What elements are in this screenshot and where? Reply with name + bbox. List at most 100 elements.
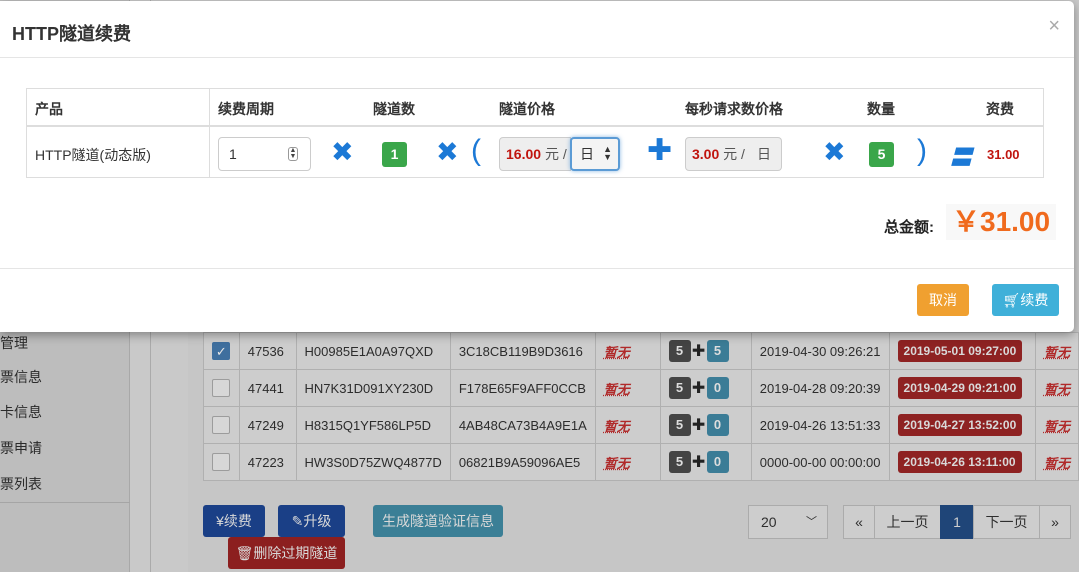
- table-row[interactable]: ✓ 47536 H00985E1A0A97QXD 3C18CB119B9D3616 暂无…: [203, 332, 1079, 370]
- header-rps-price: 每秒请求数价格: [685, 101, 783, 117]
- product-name: HTTP隧道(动态版): [35, 147, 151, 163]
- period-unit-value: 日: [580, 146, 594, 162]
- tunnel-price-addon: 16.00 元 /: [499, 137, 571, 171]
- period-value: 1: [229, 146, 237, 162]
- period-unit-select[interactable]: 日 ▲ ▼: [570, 137, 620, 171]
- trash-icon: 🗑: [235, 545, 254, 561]
- renew-table-header: 产品 续费周期 隧道数 隧道价格 每秒请求数价格 数量 资费: [27, 89, 1043, 127]
- close-icon[interactable]: ×: [1048, 15, 1060, 38]
- spinner-icon[interactable]: ▲ ▼: [288, 147, 298, 161]
- row-secret: 4AB48CA73B4A9E1A: [449, 406, 596, 444]
- header-fee: 资费: [986, 101, 1014, 117]
- pager-last[interactable]: »: [1039, 505, 1071, 539]
- row-secret: 3C18CB119B9D3616: [449, 332, 596, 370]
- tunnel-price-unit: 元 /: [544, 146, 567, 162]
- cart-icon: 🛒︎: [1002, 292, 1021, 308]
- pager-first[interactable]: «: [843, 505, 875, 539]
- row-checkbox[interactable]: ✓: [212, 342, 231, 360]
- row-checkbox[interactable]: [212, 416, 231, 434]
- plus-icon: ✚: [691, 454, 706, 471]
- row-expires: 2019-04-27 13:52:00: [897, 414, 1023, 436]
- renew-modal: HTTP隧道续费 × 产品 续费周期 隧道数 隧道价格 每秒请求数价格 数量 资…: [0, 1, 1074, 332]
- row-tunnel-code: HW3S0D75ZWQ4877D: [295, 443, 451, 481]
- row-id: 47441: [238, 369, 297, 407]
- modal-title: HTTP隧道续费: [12, 24, 131, 44]
- row-id: 47536: [238, 332, 297, 370]
- header-tunnel-price: 隧道价格: [499, 101, 555, 117]
- close-paren: ): [917, 134, 927, 167]
- page-size-select[interactable]: 20 ﹀: [748, 505, 828, 539]
- plus-icon: ✚: [691, 380, 706, 397]
- row-na[interactable]: 暂无: [1044, 419, 1070, 434]
- row-na[interactable]: 暂无: [1044, 345, 1070, 360]
- row-expires: 2019-05-01 09:27:00: [897, 340, 1023, 362]
- plus-icon: ✚: [691, 343, 706, 360]
- row-checkbox[interactable]: [212, 379, 231, 397]
- pager-current[interactable]: 1: [940, 505, 974, 539]
- sidebar-item[interactable]: 票信息: [0, 367, 42, 387]
- row-created: 2019-04-28 09:20:39: [750, 369, 890, 407]
- bulk-renew-button[interactable]: ¥续费: [203, 505, 265, 537]
- cancel-button[interactable]: 取消: [917, 284, 969, 316]
- pencil-icon: ✎: [291, 513, 304, 529]
- row-secret: 06821B9A59096AE5: [449, 443, 596, 481]
- header-product: 产品: [35, 101, 63, 117]
- row-created: 2019-04-30 09:26:21: [750, 332, 890, 370]
- renew-button[interactable]: 🛒︎续费: [992, 284, 1059, 316]
- delete-expired-label: 删除过期隧道: [253, 545, 338, 561]
- generate-verify-button[interactable]: 生成隧道验证信息: [373, 505, 503, 537]
- row-extra-count: 5: [706, 340, 729, 362]
- rps-price-unit: 元 /: [723, 146, 745, 162]
- row-secret: F178E65F9AFF0CCB: [449, 369, 596, 407]
- pager-prev[interactable]: 上一页: [874, 505, 941, 539]
- total-amount: ￥31.00: [946, 204, 1057, 240]
- table-row[interactable]: 47223 HW3S0D75ZWQ4877D 06821B9A59096AE5 暂无 5…: [203, 443, 1079, 481]
- row-count: 5: [668, 340, 691, 362]
- select-arrows-icon: ▲ ▼: [603, 144, 612, 162]
- times-icon: ✖: [331, 137, 354, 167]
- rps-unit-box: 日: [747, 137, 782, 171]
- header-quantity: 数量: [867, 101, 895, 117]
- total-label: 总金额:: [884, 219, 934, 236]
- row-na[interactable]: 暂无: [1044, 382, 1070, 397]
- renew-row: HTTP隧道(动态版) 1 ▲ ▼ ✖ 1 ✖ ( 16.00 元 / 日 ▲ ▼ …: [27, 129, 1043, 177]
- row-na[interactable]: 暂无: [1044, 456, 1070, 471]
- renew-button-label: 续费: [1020, 292, 1049, 308]
- fee-value: 31.00: [987, 147, 1020, 162]
- page-size-value: 20: [761, 514, 777, 530]
- table-row[interactable]: 47441 HN7K31D091XY230D F178E65F9AFF0CCB 暂无 5…: [203, 369, 1079, 407]
- rps-price-addon: 3.00 元 /: [685, 137, 748, 171]
- modal-body: 产品 续费周期 隧道数 隧道价格 每秒请求数价格 数量 资费 HTTP隧道(动态…: [0, 58, 1074, 269]
- row-na[interactable]: 暂无: [604, 456, 630, 471]
- modal-footer: 取消 🛒︎续费: [0, 269, 1074, 331]
- sidebar-item[interactable]: 票列表: [0, 474, 42, 494]
- chevron-down-icon: ﹀: [806, 516, 817, 528]
- row-tunnel-code: H00985E1A0A97QXD: [295, 332, 451, 370]
- row-expires: 2019-04-29 09:21:00: [897, 377, 1023, 399]
- sidebar-divider: [0, 502, 130, 503]
- sidebar-item[interactable]: 卡信息: [0, 402, 42, 422]
- renew-table: 产品 续费周期 隧道数 隧道价格 每秒请求数价格 数量 资费 HTTP隧道(动态…: [26, 88, 1044, 178]
- sidebar-item[interactable]: 管理: [0, 333, 28, 353]
- row-created: 2019-04-26 13:51:33: [750, 406, 890, 444]
- table-row[interactable]: 47249 H8315Q1YF586LP5D 4AB48CA73B4A9E1A 暂无 5…: [203, 406, 1079, 444]
- row-expires: 2019-04-26 13:11:00: [897, 451, 1022, 473]
- upgrade-label: 升级: [303, 513, 332, 529]
- row-id: 47249: [238, 406, 297, 444]
- row-na[interactable]: 暂无: [604, 419, 630, 434]
- modal-header: HTTP隧道续费 ×: [0, 1, 1074, 58]
- row-na[interactable]: 暂无: [604, 345, 630, 360]
- rps-price-value: 3.00: [692, 146, 720, 162]
- row-checkbox[interactable]: [212, 453, 231, 471]
- delete-expired-button[interactable]: 🗑删除过期隧道: [228, 537, 345, 569]
- row-count: 5: [668, 451, 691, 473]
- row-created: 0000-00-00 00:00:00: [750, 443, 890, 481]
- sidebar-item[interactable]: 票申请: [0, 438, 42, 458]
- row-id: 47223: [238, 443, 297, 481]
- period-input[interactable]: 1 ▲ ▼: [218, 137, 311, 171]
- pager-next[interactable]: 下一页: [973, 505, 1040, 539]
- row-extra-count: 0: [706, 451, 729, 473]
- row-extra-count: 0: [706, 414, 729, 436]
- upgrade-button[interactable]: ✎升级: [278, 505, 345, 537]
- row-na[interactable]: 暂无: [604, 382, 630, 397]
